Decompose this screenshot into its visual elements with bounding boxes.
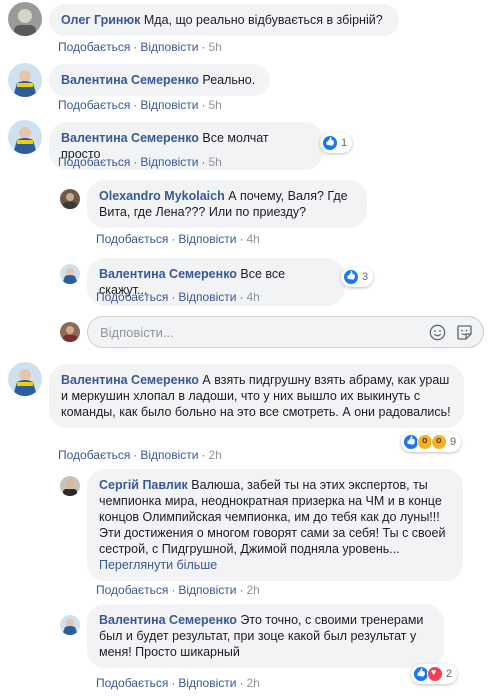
user-photo-icon [60,615,80,635]
comment-actions: Подобається · Відповісти · 4h [96,290,260,304]
avatar[interactable] [60,264,80,284]
avatar[interactable] [8,120,42,154]
reaction-count: 1 [341,137,348,149]
comment-bubble: Олег Гринюк Мда, що реально відбувається… [49,4,399,36]
timestamp[interactable]: 5h [208,155,221,169]
comment-author[interactable]: Валентина Семеренко [61,73,199,87]
separator: · [171,290,176,304]
timestamp[interactable]: 2h [208,448,221,462]
separator: · [239,232,244,246]
avatar[interactable] [60,476,80,496]
comment-author[interactable]: Olexandro Mykolaich [99,189,225,203]
comment-actions: Подобається · Відповісти · 5h [58,98,222,112]
comment-author[interactable]: Валентина Семеренко [61,373,199,387]
sticker-icon[interactable] [456,324,473,341]
comment-bubble: Валентина Семеренко А взять пидгрушну вз… [49,364,464,428]
user-photo-icon [8,63,42,97]
separator: · [201,98,206,112]
avatar[interactable] [8,362,42,396]
separator: · [133,98,138,112]
sad-reaction-icon [431,434,447,450]
love-reaction-icon [427,666,443,682]
separator: · [171,583,176,597]
timestamp[interactable]: 5h [208,98,221,112]
reply-button[interactable]: Відповісти [140,155,198,169]
separator: · [239,290,244,304]
user-photo-icon [60,189,80,209]
reactions-summary[interactable]: 9 [401,432,462,452]
like-button[interactable]: Подобається [96,583,168,597]
comment-actions: Подобається · Відповісти · 2h [96,583,260,597]
separator: · [171,232,176,246]
comment-author[interactable]: Сергій Павлик [99,478,188,492]
like-button[interactable]: Подобається [58,155,130,169]
reply-button[interactable]: Відповісти [178,583,236,597]
user-photo-icon [8,120,42,154]
like-reaction-icon [322,135,338,151]
reaction-count: 9 [450,436,457,448]
separator: · [133,448,138,462]
separator: · [201,155,206,169]
comment-actions: Подобається · Відповісти · 4h [96,232,260,246]
comment-bubble: Валентина Семеренко Реально. [49,64,270,96]
timestamp[interactable]: 2h [246,676,259,690]
comment-bubble: Olexandro Mykolaich А почему, Валя? Где … [87,180,367,228]
separator: · [133,155,138,169]
reply-button[interactable]: Відповісти [178,232,236,246]
like-button[interactable]: Подобається [58,98,130,112]
user-photo-icon [8,2,42,36]
like-button[interactable]: Подобається [96,676,168,690]
separator: · [133,40,138,54]
avatar[interactable] [8,2,42,36]
like-button[interactable]: Подобається [96,290,168,304]
timestamp[interactable]: 5h [208,40,221,54]
reply-composer[interactable] [87,316,484,348]
reactions-summary[interactable]: 3 [341,267,374,287]
reactions-summary[interactable]: 2 [411,664,458,684]
like-button[interactable]: Подобається [58,40,130,54]
like-button[interactable]: Подобається [96,232,168,246]
user-photo-icon [60,322,80,342]
reply-button[interactable]: Відповісти [140,40,198,54]
separator: · [201,40,206,54]
avatar[interactable] [60,189,80,209]
separator: · [171,676,176,690]
avatar[interactable] [8,63,42,97]
comment-author[interactable]: Валентина Семеренко [61,131,199,145]
user-photo-icon [8,362,42,396]
timestamp[interactable]: 2h [246,583,259,597]
comment-actions: Подобається · Відповісти · 5h [58,40,222,54]
separator: · [201,448,206,462]
reply-button[interactable]: Відповісти [140,98,198,112]
user-photo-icon [60,476,80,496]
separator: · [239,583,244,597]
comment-actions: Подобається · Відповісти · 2h [58,448,222,462]
comment-author[interactable]: Валентина Семеренко [99,267,237,281]
like-button[interactable]: Подобається [58,448,130,462]
current-user-avatar [60,322,80,342]
reply-button[interactable]: Відповісти [178,676,236,690]
reactions-summary[interactable]: 1 [320,133,353,153]
user-photo-icon [60,264,80,284]
separator: · [239,676,244,690]
reply-button[interactable]: Відповісти [178,290,236,304]
reply-input[interactable] [100,317,400,347]
emoji-icon[interactable] [429,324,446,341]
like-reaction-icon [343,269,359,285]
comment-actions: Подобається · Відповісти · 2h [96,676,260,690]
comment-text: Мда, що реально відбувається в збірній? [143,13,383,27]
comment-bubble: Сергій Павлик Валюша, забей ты на этих э… [87,469,463,581]
timestamp[interactable]: 4h [246,290,259,304]
comment-actions: Подобається · Відповісти · 5h [58,155,222,169]
reply-button[interactable]: Відповісти [140,448,198,462]
comment-text: Реально. [202,73,256,87]
comment-author[interactable]: Валентина Семеренко [99,613,237,627]
avatar[interactable] [60,615,80,635]
reaction-count: 2 [446,668,453,680]
reaction-count: 3 [362,271,369,283]
comment-bubble: Валентина Семеренко Это точно, с своими … [87,604,444,668]
timestamp[interactable]: 4h [246,232,259,246]
comment-author[interactable]: Олег Гринюк [61,13,140,27]
see-more-link[interactable]: Переглянути більше [99,558,217,572]
